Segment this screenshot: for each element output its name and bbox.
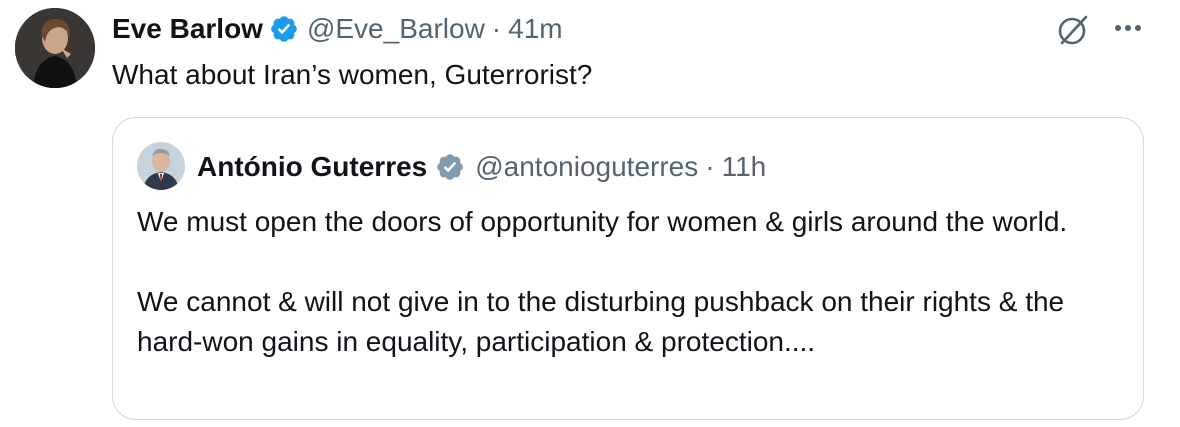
separator-dot: ·: [491, 13, 502, 44]
author-name[interactable]: Eve Barlow: [112, 13, 263, 45]
author-avatar[interactable]: [15, 8, 95, 88]
quoted-tweet[interactable]: António Guterres @antonioguterres · 11h …: [112, 117, 1144, 420]
quoted-author-handle[interactable]: @antonioguterres: [475, 151, 698, 183]
gray-verified-badge-icon: [435, 152, 465, 182]
author-handle[interactable]: @Eve_Barlow: [307, 13, 485, 45]
more-options-icon[interactable]: [1110, 14, 1146, 42]
quoted-author-avatar-image: [137, 142, 185, 190]
verified-badge-icon: [269, 14, 299, 44]
tweet-header: Eve Barlow @Eve_Barlow · 41m: [112, 12, 563, 46]
tweet-timestamp[interactable]: 41m: [508, 13, 562, 45]
tweet-text: What about Iran’s women, Guterrorist?: [112, 59, 593, 90]
quoted-tweet-timestamp[interactable]: 11h: [722, 151, 767, 183]
author-avatar-image: [15, 8, 95, 88]
quoted-tweet-text: We must open the doors of opportunity fo…: [137, 202, 1127, 362]
quoted-tweet-paragraph: We cannot & will not give in to the dist…: [137, 286, 1065, 357]
quoted-author-avatar[interactable]: [137, 142, 185, 190]
quoted-tweet-header: António Guterres @antonioguterres · 11h: [197, 150, 766, 184]
grok-icon[interactable]: [1055, 12, 1091, 48]
quoted-author-name[interactable]: António Guterres: [197, 151, 427, 183]
quoted-separator-dot: ·: [705, 151, 715, 182]
tweet[interactable]: Eve Barlow @Eve_Barlow · 41m What about …: [0, 0, 1180, 427]
quoted-tweet-paragraph: We must open the doors of opportunity fo…: [137, 206, 1068, 237]
